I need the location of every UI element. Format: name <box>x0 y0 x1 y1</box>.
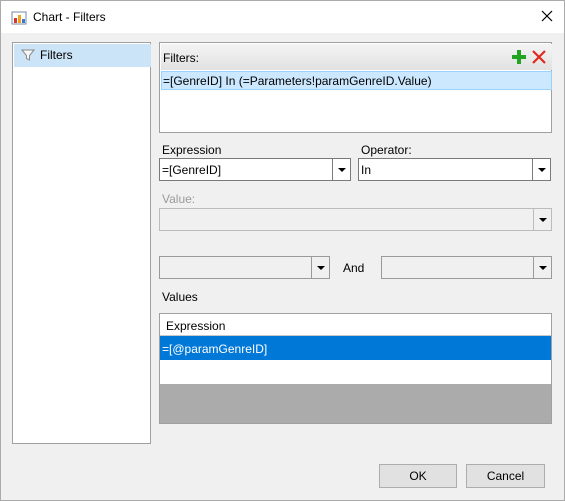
range-from-combobox[interactable] <box>159 256 330 279</box>
sidebar-item-label: Filters <box>40 48 73 62</box>
title-bar: Chart - Filters <box>1 1 564 33</box>
filter-row-text: =[GenreID] In (=Parameters!paramGenreID.… <box>163 74 432 88</box>
range-from-dropdown-button[interactable] <box>311 257 329 278</box>
plus-icon <box>512 50 526 64</box>
expression-value: =[GenreID] <box>162 163 222 177</box>
operator-label: Operator: <box>361 143 412 157</box>
range-to-dropdown-button[interactable] <box>533 257 551 278</box>
chevron-down-icon <box>316 265 325 270</box>
cancel-button[interactable]: Cancel <box>466 464 545 488</box>
chart-app-icon <box>11 10 27 26</box>
and-label: And <box>343 261 365 275</box>
filters-list: Filters: =[GenreID] In (=Parameters!para… <box>159 42 552 133</box>
values-grid: Expression =[@paramGenreID] <box>159 313 552 424</box>
expression-label: Expression <box>162 143 222 157</box>
operator-dropdown-button[interactable] <box>532 159 550 180</box>
delete-filter-button[interactable] <box>531 49 547 65</box>
filters-header: Filters: <box>161 44 552 70</box>
value-combobox <box>159 208 552 231</box>
values-label: Values <box>162 290 198 304</box>
expression-combobox[interactable]: =[GenreID] <box>159 158 351 181</box>
grid-column-header-label: Expression <box>166 319 226 333</box>
grid-row[interactable]: =[@paramGenreID] <box>160 336 551 360</box>
chevron-down-icon <box>337 167 346 172</box>
filter-row[interactable]: =[GenreID] In (=Parameters!paramGenreID.… <box>161 71 552 90</box>
value-dropdown-button <box>533 209 551 230</box>
sidebar-item-filters[interactable]: Filters <box>14 44 151 67</box>
chevron-down-icon <box>538 217 547 222</box>
filters-header-label: Filters: <box>163 51 199 65</box>
grid-column-header[interactable]: Expression <box>160 314 551 336</box>
window-title: Chart - Filters <box>33 10 106 24</box>
add-filter-button[interactable] <box>511 49 527 65</box>
ok-button[interactable]: OK <box>379 464 457 488</box>
value-label: Value: <box>162 192 196 206</box>
delete-x-icon <box>532 50 546 64</box>
operator-combobox[interactable]: In <box>358 158 551 181</box>
expression-dropdown-button[interactable] <box>332 159 350 180</box>
close-button[interactable] <box>530 1 564 33</box>
chart-filters-dialog: Chart - Filters Filters Filters: =[Genre… <box>0 0 565 501</box>
funnel-icon <box>20 48 36 62</box>
close-icon <box>541 10 553 25</box>
chevron-down-icon <box>537 167 546 172</box>
grid-cell: =[@paramGenreID] <box>162 342 268 356</box>
chevron-down-icon <box>538 265 547 270</box>
category-list: Filters <box>12 42 151 444</box>
operator-value: In <box>361 163 372 177</box>
grid-new-row[interactable] <box>160 360 551 384</box>
range-to-combobox[interactable] <box>381 256 552 279</box>
